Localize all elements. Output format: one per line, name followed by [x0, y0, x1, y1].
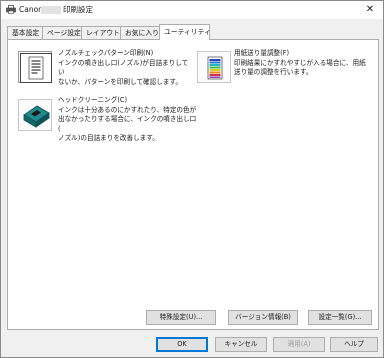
printer-icon — [6, 5, 16, 14]
nozzle-check-desc-line-2: ないか、パターンを印刷して確認します。 — [58, 77, 182, 86]
head-cleaning-text: ヘッドクリーニング(C) インクは十分あるのにかすれたり、特定の色が 出なかった… — [58, 96, 198, 144]
tab-basic-settings[interactable]: 基本設定 — [7, 26, 42, 39]
help-button[interactable]: ヘルプ — [330, 337, 378, 352]
window-title-suffix: 印刷設定 — [63, 5, 93, 14]
title-bar: Canon 印刷設定 ✕ — [1, 1, 383, 19]
head-cleaning-desc-line-2: 出なかったりする場合に、インクの噴き出し口( — [58, 115, 197, 133]
paper-feed-adjust-button[interactable] — [197, 51, 231, 83]
tab-strip: 基本設定 ページ設定 レイアウト お気に入り ユーティリティ — [7, 24, 211, 40]
paper-feed-adjust-text: 用紙送り量調整(F) 印刷結果にかすれやすじが入る場合に、用紙 送り量の調整を行… — [234, 49, 374, 78]
apply-button[interactable]: 適用(A) — [273, 337, 325, 352]
paper-feed-adjust-desc-line-2: 送り量の調整を行います。 — [234, 68, 313, 76]
version-info-button[interactable]: バージョン情報(B) — [228, 310, 298, 325]
special-settings-button[interactable]: 特殊設定(U)... — [146, 310, 216, 325]
window-title-prefix: Canon — [19, 5, 43, 14]
nozzle-check-text: ノズルチェックパターン印刷(N) インクの噴き出し口(ノズル)が目詰まりしてい … — [58, 49, 190, 87]
paper-feed-adjust-desc-line-1: 印刷結果にかすれやすじが入る場合に、用紙 — [234, 58, 366, 67]
paper-feed-adjust-title[interactable]: 用紙送り量調整(F) — [234, 49, 374, 59]
utility-panel: ノズルチェックパターン印刷(N) インクの噴き出し口(ノズル)が目詰まりしてい … — [7, 39, 379, 330]
settings-list-button[interactable]: 設定一覧(G)... — [308, 310, 372, 325]
nozzle-check-title[interactable]: ノズルチェックパターン印刷(N) — [58, 49, 190, 59]
nozzle-check-icon — [20, 53, 52, 83]
head-cleaning-title[interactable]: ヘッドクリーニング(C) — [58, 96, 198, 106]
head-cleaning-desc-line-1: インクは十分あるのにかすれたり、特定の色が — [58, 105, 197, 114]
cancel-button[interactable]: キャンセル — [215, 337, 267, 352]
nozzle-check-button[interactable] — [18, 51, 52, 83]
redacted-model-name — [41, 6, 61, 14]
paper-feed-adjust-icon — [207, 56, 223, 80]
head-cleaning-button[interactable] — [18, 99, 52, 131]
print-settings-window: Canon 印刷設定 ✕ 基本設定 ページ設定 レイアウト お気に入り ユーティ… — [0, 0, 384, 358]
tab-layout[interactable]: レイアウト — [81, 26, 120, 39]
nozzle-check-desc-line-1: インクの噴き出し口(ノズル)が目詰まりしてい — [58, 58, 189, 77]
head-cleaning-desc-line-3: ノズル)の目詰まりを改善します。 — [58, 134, 159, 142]
tab-utility[interactable]: ユーティリティ — [159, 24, 211, 40]
tab-favorites[interactable]: お気に入り — [120, 26, 159, 39]
ok-button[interactable]: OK — [156, 337, 208, 352]
head-cleaning-icon — [23, 105, 50, 128]
close-button[interactable]: ✕ — [363, 3, 377, 17]
tab-page-setup[interactable]: ページ設定 — [42, 26, 81, 39]
